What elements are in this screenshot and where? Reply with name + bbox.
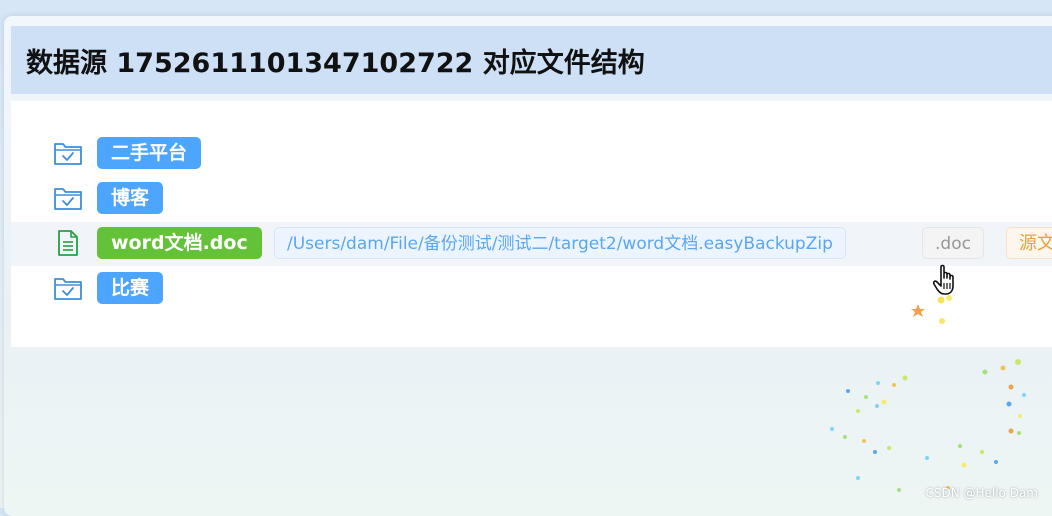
tree-node-label[interactable]: 比赛 [97,272,164,304]
page-header: 数据源 1752611101347102722 对应文件结构 [11,26,1052,94]
tree-node-file[interactable]: word文档.doc /Users/dam/File/备份测试/测试二/targ… [11,222,1052,266]
watermark: CSDN @Hello Dam [925,486,1038,500]
folder-check-icon [53,140,83,166]
tree-node-folder[interactable]: 二手平台 [11,132,1052,176]
folder-check-icon [53,275,83,301]
file-tree: 二手平台 博客 word文档.doc /Users/dam/File/备份测试/… [11,101,1052,347]
tree-node-folder[interactable]: 博客 [11,177,1052,221]
page-title: 数据源 1752611101347102722 对应文件结构 [26,47,645,79]
file-name-tag[interactable]: word文档.doc [97,227,262,259]
pointer-hand-icon [932,263,966,299]
document-icon [53,230,83,256]
tree-node-label[interactable]: 二手平台 [97,137,202,169]
file-extension-tag: .doc [922,227,984,259]
file-path-tag: /Users/dam/File/备份测试/测试二/target2/word文档.… [274,227,846,259]
folder-check-icon [53,185,83,211]
tree-node-label[interactable]: 博客 [97,182,164,214]
tree-node-folder[interactable]: 比赛 [11,267,1052,311]
source-file-tag: 源文 [1006,227,1052,259]
